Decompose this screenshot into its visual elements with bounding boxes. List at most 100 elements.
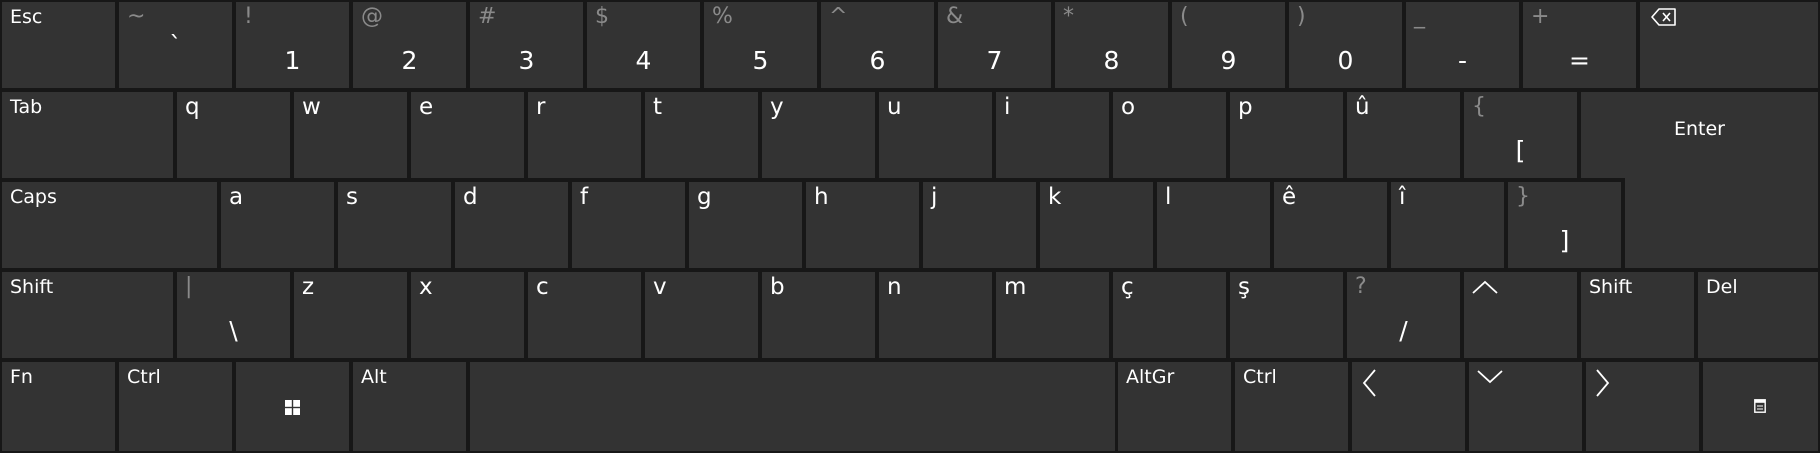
key-q[interactable]: q [177, 92, 290, 178]
key-minus[interactable]: _ - [1406, 2, 1519, 88]
key-h[interactable]: h [806, 182, 919, 268]
key-b[interactable]: b [762, 272, 875, 358]
key-backslash[interactable]: | \ [177, 272, 290, 358]
key-label: r [536, 94, 546, 120]
key-label: \ [229, 316, 238, 345]
key-arrow-left[interactable] [1352, 362, 1465, 451]
key-4[interactable]: $ 4 [587, 2, 700, 88]
key-shift-label: _ [1414, 4, 1425, 29]
key-equals[interactable]: + = [1523, 2, 1636, 88]
key-x[interactable]: x [411, 272, 524, 358]
key-k[interactable]: k [1040, 182, 1153, 268]
key-w[interactable]: w [294, 92, 407, 178]
key-label: b [770, 274, 785, 300]
key-0[interactable]: ) 0 [1289, 2, 1402, 88]
key-5[interactable]: % 5 [704, 2, 817, 88]
key-r[interactable]: r [528, 92, 641, 178]
key-6[interactable]: ^ 6 [821, 2, 934, 88]
key-u[interactable]: u [879, 92, 992, 178]
key-label: z [302, 274, 315, 300]
key-shift-label: ( [1180, 4, 1189, 29]
key-t[interactable]: t [645, 92, 758, 178]
key-arrow-right[interactable] [1586, 362, 1699, 451]
key-enter[interactable]: Enter [1581, 92, 1818, 178]
key-1[interactable]: ! 1 [236, 2, 349, 88]
key-shift-label: { [1472, 94, 1486, 119]
key-label: û [1355, 94, 1370, 120]
key-space[interactable] [470, 362, 1115, 451]
key-label: Shift [1589, 276, 1633, 298]
key-2[interactable]: @ 2 [353, 2, 466, 88]
key-backspace[interactable] [1640, 2, 1818, 88]
key-shift-right[interactable]: Shift [1581, 272, 1694, 358]
key-shift-left[interactable]: Shift [2, 272, 173, 358]
key-arrow-up[interactable] [1464, 272, 1577, 358]
key-f[interactable]: f [572, 182, 685, 268]
arrow-down-icon [1477, 370, 1503, 384]
key-z[interactable]: z [294, 272, 407, 358]
arrow-left-icon [1362, 369, 1376, 397]
key-esc[interactable]: Esc [2, 2, 115, 88]
key-alt[interactable]: Alt [353, 362, 466, 451]
key-right-bracket[interactable]: } ] [1508, 182, 1621, 268]
key-tab[interactable]: Tab [2, 92, 173, 178]
key-label: ] [1559, 226, 1570, 255]
key-y[interactable]: y [762, 92, 875, 178]
key-9[interactable]: ( 9 [1172, 2, 1285, 88]
key-shift-label: @ [361, 4, 383, 29]
key-slash[interactable]: ? / [1347, 272, 1460, 358]
key-3[interactable]: # 3 [470, 2, 583, 88]
key-d[interactable]: d [455, 182, 568, 268]
key-v[interactable]: v [645, 272, 758, 358]
key-label: n [887, 274, 902, 300]
key-l[interactable]: l [1157, 182, 1270, 268]
arrow-right-icon [1596, 369, 1610, 397]
key-altgr[interactable]: AltGr [1118, 362, 1231, 451]
key-n[interactable]: n [879, 272, 992, 358]
key-shift-label: ? [1355, 274, 1367, 299]
key-label: h [814, 184, 829, 210]
key-label: Shift [10, 276, 54, 298]
key-label: l [1165, 184, 1172, 210]
key-o[interactable]: o [1113, 92, 1226, 178]
key-u-circumflex[interactable]: û [1347, 92, 1460, 178]
key-c-cedilla[interactable]: ç [1113, 272, 1226, 358]
key-e-circumflex[interactable]: ê [1274, 182, 1387, 268]
key-m[interactable]: m [996, 272, 1109, 358]
key-s[interactable]: s [338, 182, 451, 268]
key-8[interactable]: * 8 [1055, 2, 1168, 88]
key-j[interactable]: j [923, 182, 1036, 268]
key-shift-label: ! [244, 4, 253, 29]
key-label: ş [1238, 274, 1250, 300]
key-caps-lock[interactable]: Caps [2, 182, 217, 268]
key-e[interactable]: e [411, 92, 524, 178]
key-keyboard-settings[interactable] [1703, 362, 1818, 451]
key-i[interactable]: i [996, 92, 1109, 178]
key-enter-extension[interactable] [1625, 172, 1818, 268]
key-shift-label: ~ [127, 4, 146, 29]
key-left-bracket[interactable]: { [ [1464, 92, 1577, 178]
key-shift-label: ) [1297, 4, 1306, 29]
key-i-circumflex[interactable]: î [1391, 182, 1504, 268]
key-fn[interactable]: Fn [2, 362, 115, 451]
backspace-icon [1651, 8, 1676, 26]
key-delete[interactable]: Del [1698, 272, 1818, 358]
key-backtick[interactable]: ~ ` [119, 2, 232, 88]
key-label: t [653, 94, 663, 120]
key-ctrl-left[interactable]: Ctrl [119, 362, 232, 451]
key-arrow-down[interactable] [1469, 362, 1582, 451]
key-a[interactable]: a [221, 182, 334, 268]
key-label: x [419, 274, 433, 300]
keyboard-settings-icon [1754, 399, 1766, 413]
key-label: Enter [1674, 118, 1725, 140]
key-7[interactable]: & 7 [938, 2, 1051, 88]
key-windows[interactable] [236, 362, 349, 451]
key-label: Esc [10, 6, 43, 28]
key-label: e [419, 94, 434, 120]
key-label: AltGr [1126, 366, 1175, 388]
key-s-cedilla[interactable]: ş [1230, 272, 1343, 358]
key-c[interactable]: c [528, 272, 641, 358]
key-ctrl-right[interactable]: Ctrl [1235, 362, 1348, 451]
key-g[interactable]: g [689, 182, 802, 268]
key-p[interactable]: p [1230, 92, 1343, 178]
